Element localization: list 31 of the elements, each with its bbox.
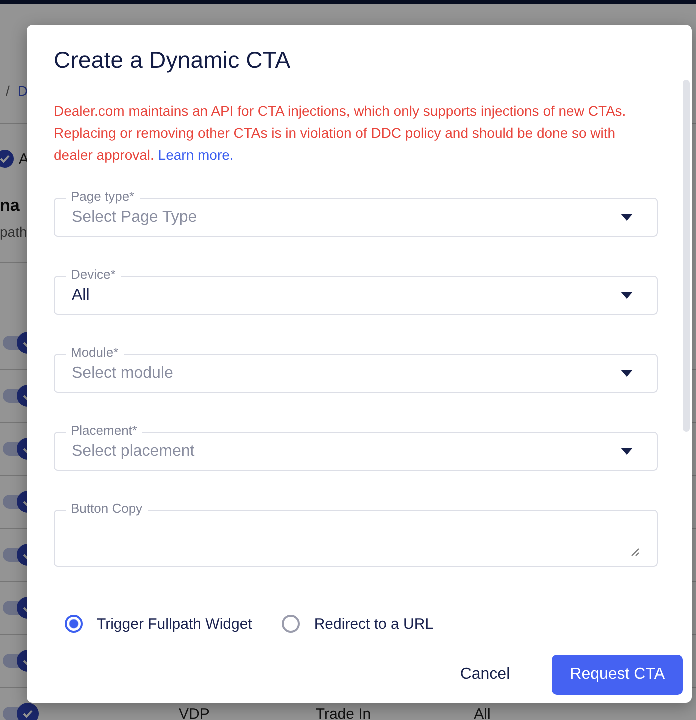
checkbox[interactable]: [0, 150, 14, 168]
radio-button[interactable]: [65, 615, 83, 633]
select-placeholder: Select module: [72, 364, 174, 382]
radio-label: Redirect to a URL: [314, 616, 434, 632]
table-cell: VDP: [179, 706, 210, 720]
breadcrumb-link[interactable]: D: [18, 83, 28, 123]
dialog-title: Create a Dynamic CTA: [54, 47, 291, 74]
field-label: Button Copy: [66, 501, 148, 517]
select-placeholder: Select placement: [72, 442, 196, 460]
radio-label: Trigger Fullpath Widget: [97, 616, 252, 632]
dropdown-caret-icon: [621, 214, 633, 221]
dropdown-caret-icon: [621, 448, 633, 455]
section-heading: na: [0, 195, 20, 216]
cancel-button[interactable]: Cancel: [432, 655, 538, 695]
select-value: All: [72, 286, 91, 304]
learn-more-link[interactable]: Learn more.: [158, 147, 234, 163]
warning-text: Dealer.com maintains an API for CTA injections, which only supports injections of new CTAs. Replacing or removing other CTAs is in violation of DDC policy and should be done so with dealer approval. Learn more.: [54, 102, 628, 165]
check-icon: [23, 710, 33, 718]
request-button[interactable]: Request CTA: [552, 655, 683, 695]
table-cell: All: [474, 706, 491, 720]
breadcrumb-separator: /: [6, 83, 10, 101]
check-icon: [0, 155, 10, 163]
select-placeholder: Select Page Type: [72, 208, 198, 226]
scrollbar[interactable]: [683, 80, 690, 432]
resize-handle-icon: [631, 548, 639, 556]
radio-button[interactable]: [282, 615, 300, 633]
field-label: Page type*: [66, 189, 140, 205]
dropdown-caret-icon: [621, 292, 633, 299]
table-cell: Trade In: [316, 706, 372, 720]
dropdown-caret-icon: [621, 370, 633, 377]
toggle-switch[interactable]: [3, 703, 39, 720]
